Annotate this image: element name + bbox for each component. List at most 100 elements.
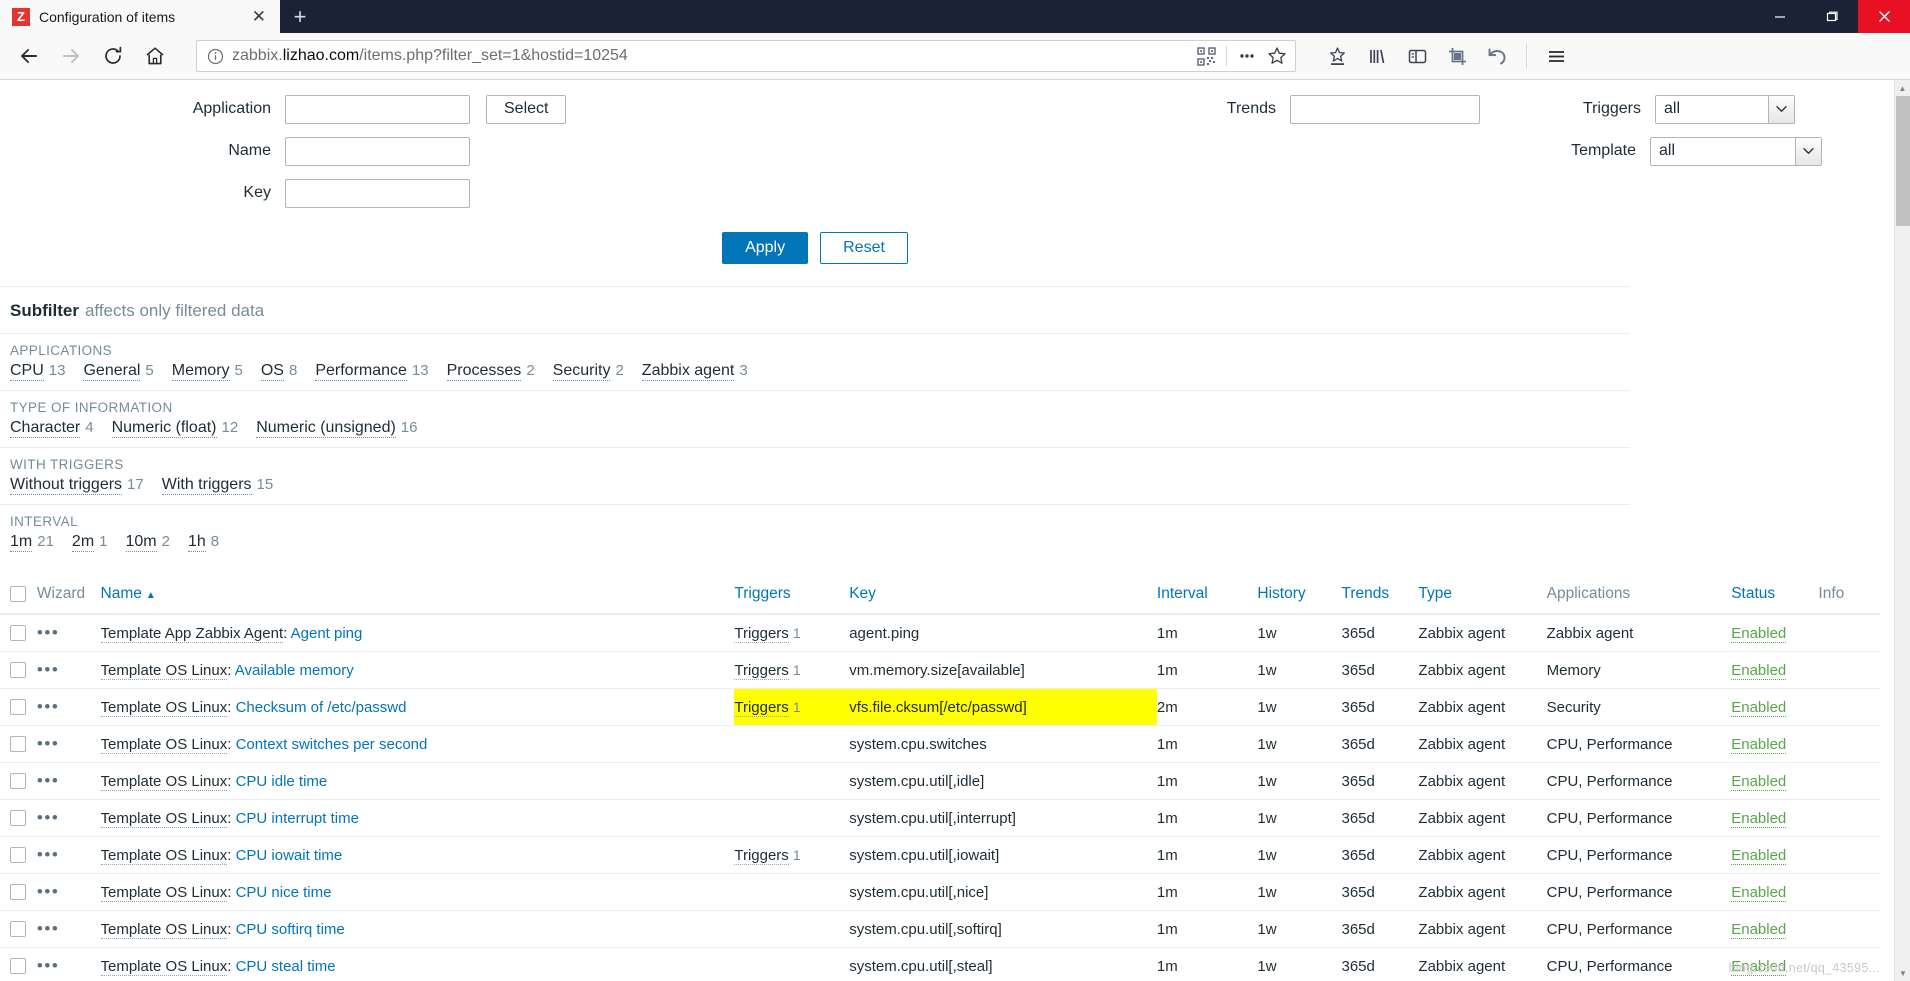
star-outline-icon[interactable]: [1267, 46, 1287, 66]
row-checkbox[interactable]: [10, 884, 26, 900]
minimize-button[interactable]: [1754, 0, 1806, 33]
wizard-menu-icon[interactable]: •••: [37, 882, 59, 901]
triggers-link[interactable]: Triggers: [734, 698, 789, 717]
item-name-link[interactable]: CPU nice time: [236, 884, 332, 901]
wizard-menu-icon[interactable]: •••: [37, 919, 59, 938]
row-checkbox[interactable]: [10, 625, 26, 641]
template-link[interactable]: Template OS Linux: [100, 957, 228, 976]
menu-button[interactable]: [1537, 37, 1575, 75]
row-checkbox[interactable]: [10, 958, 26, 974]
header-type[interactable]: Type: [1418, 577, 1547, 615]
wizard-menu-icon[interactable]: •••: [37, 623, 59, 642]
row-checkbox[interactable]: [10, 662, 26, 678]
subfilter-link[interactable]: Zabbix agent: [641, 362, 735, 381]
window-close-button[interactable]: [1858, 0, 1910, 33]
item-name-link[interactable]: Agent ping: [291, 625, 363, 642]
item-name-link[interactable]: CPU softirq time: [236, 921, 345, 938]
reset-button[interactable]: Reset: [820, 232, 908, 264]
status-badge[interactable]: Enabled: [1731, 846, 1787, 865]
triggers-link[interactable]: Triggers: [734, 661, 789, 680]
wizard-menu-icon[interactable]: •••: [37, 771, 59, 790]
item-name-link[interactable]: CPU steal time: [236, 958, 336, 975]
subfilter-link[interactable]: Without triggers: [10, 476, 123, 495]
subfilter-link[interactable]: OS: [260, 362, 284, 381]
application-input[interactable]: [285, 94, 470, 124]
subfilter-link[interactable]: Numeric (float): [111, 419, 217, 438]
subfilter-link[interactable]: 2m: [71, 533, 95, 552]
template-link[interactable]: Template OS Linux: [100, 846, 228, 865]
subfilter-link[interactable]: 1m: [10, 533, 33, 552]
header-name[interactable]: Name ▲: [100, 577, 735, 615]
pocket-button[interactable]: [1318, 37, 1356, 75]
row-checkbox[interactable]: [10, 810, 26, 826]
header-key[interactable]: Key: [849, 577, 1157, 615]
template-link[interactable]: Template OS Linux: [100, 883, 228, 902]
key-input[interactable]: [285, 178, 470, 208]
browser-tab[interactable]: Z Configuration of items ✕: [0, 0, 280, 33]
subfilter-link[interactable]: Memory: [171, 362, 230, 381]
qr-code-icon[interactable]: [1197, 46, 1216, 66]
wizard-menu-icon[interactable]: •••: [37, 845, 59, 864]
subfilter-link[interactable]: 1h: [187, 533, 206, 552]
subfilter-link[interactable]: Numeric (unsigned): [256, 419, 396, 438]
status-badge[interactable]: Enabled: [1731, 883, 1787, 902]
subfilter-link[interactable]: Character: [10, 419, 81, 438]
undo-button[interactable]: [1478, 37, 1516, 75]
application-select-button[interactable]: Select: [486, 94, 567, 124]
row-checkbox[interactable]: [10, 699, 26, 715]
url-text[interactable]: zabbix.lizhao.com/items.php?filter_set=1…: [232, 47, 1189, 65]
name-input[interactable]: [285, 136, 470, 166]
wizard-menu-icon[interactable]: •••: [37, 956, 59, 975]
template-link[interactable]: Template OS Linux: [100, 772, 228, 791]
library-button[interactable]: [1358, 37, 1396, 75]
subfilter-link[interactable]: General: [83, 362, 141, 381]
apply-button[interactable]: Apply: [722, 232, 809, 264]
scrollbar-thumb[interactable]: [1896, 96, 1910, 226]
row-checkbox[interactable]: [10, 736, 26, 752]
maximize-button[interactable]: [1806, 0, 1858, 33]
status-badge[interactable]: Enabled: [1731, 735, 1787, 754]
screenshot-button[interactable]: [1438, 37, 1476, 75]
trends-input[interactable]: [1290, 94, 1480, 124]
header-interval[interactable]: Interval: [1156, 577, 1258, 615]
item-name-link[interactable]: Context switches per second: [236, 736, 428, 753]
forward-button[interactable]: [52, 37, 90, 75]
status-badge[interactable]: Enabled: [1731, 809, 1787, 828]
wizard-menu-icon[interactable]: •••: [37, 660, 59, 679]
info-circle-icon[interactable]: [207, 48, 224, 65]
subfilter-link[interactable]: CPU: [10, 362, 44, 381]
status-badge[interactable]: Enabled: [1731, 920, 1787, 939]
page-scrollbar[interactable]: ▲ ▼: [1894, 80, 1910, 981]
status-badge[interactable]: Enabled: [1731, 698, 1787, 717]
scroll-up-arrow-icon[interactable]: ▲: [1895, 80, 1910, 96]
back-button[interactable]: [10, 37, 48, 75]
template-link[interactable]: Template App Zabbix Agent: [100, 624, 284, 643]
item-name-link[interactable]: CPU idle time: [236, 773, 328, 790]
row-checkbox[interactable]: [10, 847, 26, 863]
triggers-link[interactable]: Triggers: [734, 624, 789, 643]
template-link[interactable]: Template OS Linux: [100, 920, 228, 939]
template-link[interactable]: Template OS Linux: [100, 735, 228, 754]
new-tab-button[interactable]: +: [280, 0, 320, 33]
sidebar-button[interactable]: [1398, 37, 1436, 75]
item-name-link[interactable]: Checksum of /etc/passwd: [236, 699, 407, 716]
home-button[interactable]: [136, 37, 174, 75]
subfilter-link[interactable]: 10m: [125, 533, 157, 552]
tab-close-icon[interactable]: ✕: [248, 8, 270, 25]
address-bar[interactable]: zabbix.lizhao.com/items.php?filter_set=1…: [196, 40, 1296, 72]
row-checkbox[interactable]: [10, 773, 26, 789]
item-name-link[interactable]: CPU interrupt time: [236, 810, 359, 827]
reload-button[interactable]: [94, 37, 132, 75]
wizard-menu-icon[interactable]: •••: [37, 808, 59, 827]
header-status[interactable]: Status: [1731, 577, 1819, 615]
subfilter-link[interactable]: With triggers: [161, 476, 252, 495]
row-checkbox[interactable]: [10, 921, 26, 937]
template-link[interactable]: Template OS Linux: [100, 661, 228, 680]
template-link[interactable]: Template OS Linux: [100, 698, 228, 717]
subfilter-link[interactable]: Performance: [315, 362, 407, 381]
template-filter-select[interactable]: all: [1650, 136, 1822, 166]
header-trends[interactable]: Trends: [1341, 577, 1419, 615]
template-link[interactable]: Template OS Linux: [100, 809, 228, 828]
wizard-menu-icon[interactable]: •••: [37, 734, 59, 753]
wizard-menu-icon[interactable]: •••: [37, 697, 59, 716]
